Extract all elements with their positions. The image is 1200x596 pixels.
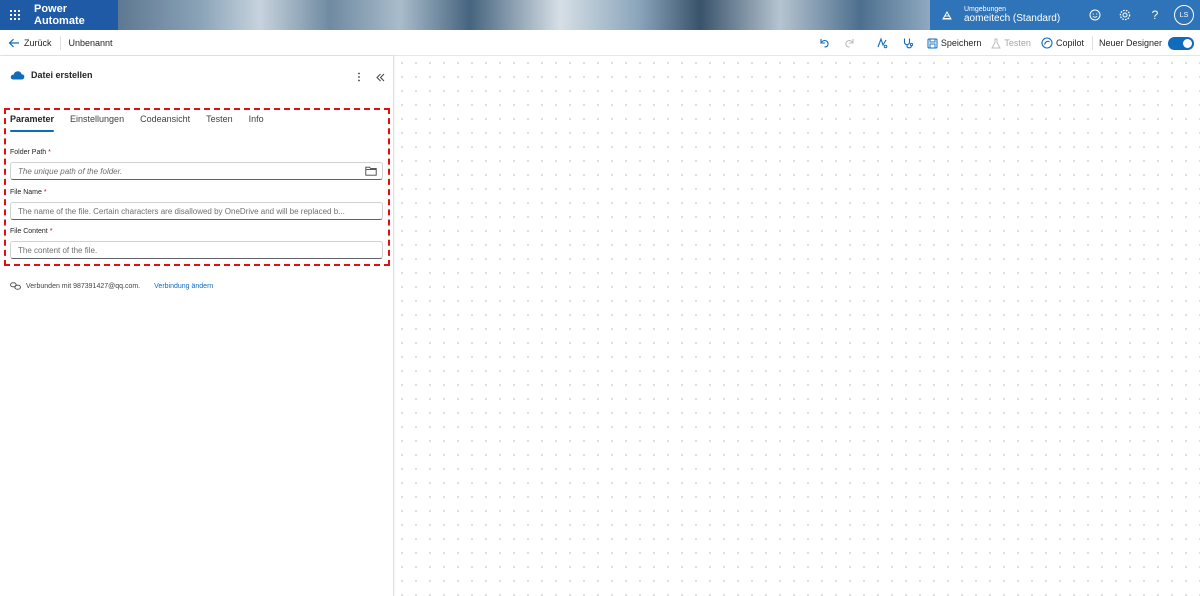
folder-path-label: Folder Path * — [10, 149, 51, 156]
undo-button[interactable] — [811, 30, 837, 56]
link-icon — [10, 282, 21, 290]
environment-name: aomeitech (Standard) — [964, 13, 1061, 25]
new-designer-toggle[interactable] — [1168, 36, 1194, 50]
environment-label: Umgebungen — [964, 5, 1007, 13]
connection-text: Verbunden mit 987391427@qq.com. — [26, 282, 141, 290]
required-mark: * — [43, 189, 47, 196]
file-content-label-text: File Content — [10, 228, 48, 235]
flow-name[interactable]: Unbenannt — [69, 38, 113, 48]
folder-icon[interactable] — [365, 166, 377, 178]
folder-path-input[interactable]: The unique path of the folder. — [10, 162, 383, 180]
file-content-label: File Content * — [10, 228, 52, 235]
file-content-input[interactable]: The content of the file. — [10, 241, 383, 259]
more-vertical-icon — [358, 72, 360, 82]
environment-icon — [930, 9, 964, 21]
file-name-placeholder: The name of the file. Certain characters… — [18, 206, 345, 216]
tab-einstellungen[interactable]: Einstellungen — [70, 114, 124, 132]
chevron-double-left-icon — [375, 73, 384, 81]
help-button[interactable]: ? — [1140, 0, 1170, 30]
file-name-label-text: File Name — [10, 189, 42, 196]
tab-info[interactable]: Info — [249, 114, 264, 132]
file-name-label: File Name * — [10, 189, 47, 196]
file-content-placeholder: The content of the file. — [18, 245, 98, 255]
folder-path-placeholder: The unique path of the folder. — [18, 166, 123, 176]
file-name-input[interactable]: The name of the file. Certain characters… — [10, 202, 383, 220]
redo-button[interactable] — [837, 30, 863, 56]
copilot-icon — [1041, 37, 1053, 49]
more-options-button[interactable] — [352, 70, 366, 84]
app-header: Power Automate Umgebungen aomeitech (Sta… — [0, 0, 1200, 30]
flask-icon — [991, 38, 1002, 48]
test-button[interactable]: Testen — [991, 38, 1031, 49]
tab-parameter[interactable]: Parameter — [10, 114, 55, 132]
waffle-icon — [10, 10, 20, 20]
test-label: Testen — [1004, 38, 1031, 48]
required-mark: * — [49, 228, 53, 235]
environment-picker[interactable]: Umgebungen aomeitech (Standard) — [930, 0, 1060, 30]
tab-testen[interactable]: Testen — [206, 114, 233, 132]
action-panel: Datei erstellen Parameter Einstellungen … — [0, 56, 394, 596]
change-connection-link[interactable]: Verbindung ändern — [154, 283, 213, 290]
back-button[interactable]: Zurück — [8, 38, 52, 48]
app-title[interactable]: Power Automate — [34, 3, 118, 27]
tab-codeansicht[interactable]: Codeansicht — [140, 114, 190, 132]
question-icon: ? — [1151, 8, 1159, 22]
app-launcher-button[interactable] — [0, 0, 30, 30]
redo-icon — [845, 39, 854, 48]
collapse-panel-button[interactable] — [373, 70, 387, 84]
folder-path-label-text: Folder Path — [10, 149, 47, 156]
arrow-left-icon — [8, 38, 19, 47]
save-button[interactable]: Speichern — [927, 38, 982, 49]
command-bar: Zurück Unbenannt Speichern Testen Copilo… — [0, 30, 1200, 56]
connection-info: Verbunden mit 987391427@qq.com. Verbindu… — [10, 282, 213, 290]
new-designer-label: Neuer Designer — [1098, 38, 1162, 48]
flow-checker-icon — [877, 37, 888, 49]
divider — [59, 35, 61, 50]
undo-icon — [820, 39, 829, 48]
copilot-button[interactable]: Copilot — [1041, 37, 1084, 49]
gear-icon — [1119, 9, 1131, 21]
divider — [1091, 36, 1093, 50]
save-icon — [927, 38, 938, 48]
copilot-label: Copilot — [1055, 38, 1084, 48]
feedback-button[interactable] — [1080, 0, 1110, 30]
onedrive-icon — [10, 71, 25, 80]
panel-tabs: Parameter Einstellungen Codeansicht Test… — [10, 114, 280, 132]
required-mark: * — [48, 149, 51, 156]
stethoscope-button[interactable] — [895, 30, 921, 56]
save-label: Speichern — [940, 38, 982, 48]
designer-canvas[interactable] — [395, 56, 1200, 596]
panel-title[interactable]: Datei erstellen — [31, 70, 93, 80]
stethoscope-icon — [903, 38, 913, 49]
back-label: Zurück — [24, 37, 52, 48]
settings-button[interactable] — [1110, 0, 1140, 30]
flow-checker-button[interactable] — [869, 30, 895, 56]
avatar[interactable]: LS — [1174, 5, 1194, 25]
smiley-icon — [1089, 9, 1101, 21]
